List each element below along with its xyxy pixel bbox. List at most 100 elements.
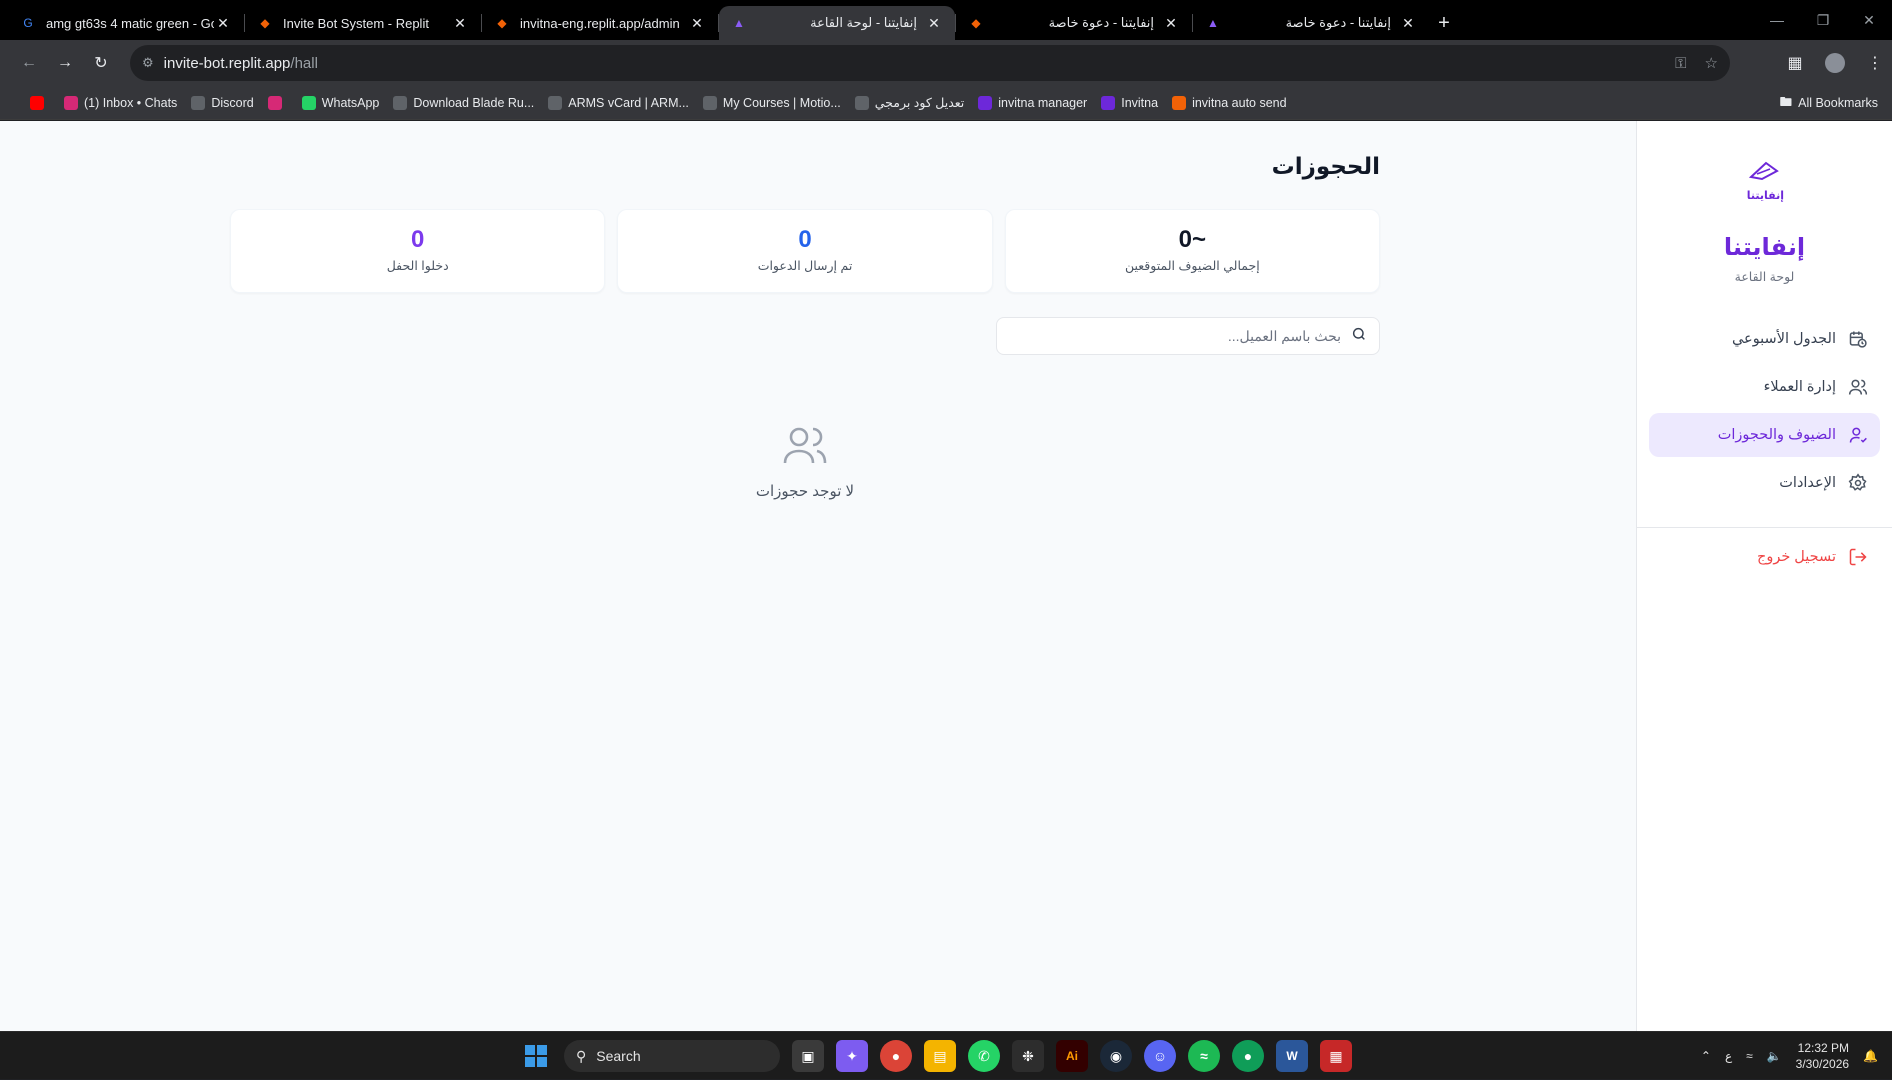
- invitna-icon: ▲: [1207, 16, 1219, 30]
- minimize-icon[interactable]: —: [1754, 0, 1800, 40]
- browser-tab[interactable]: ◆ إنفايتنا - دعوة خاصة ✕: [956, 6, 1192, 40]
- brand-name: إنفايتنا: [1723, 234, 1806, 261]
- copilot-icon[interactable]: ✦: [836, 1040, 868, 1072]
- bookmark-item[interactable]: (1) Inbox • Chats: [64, 95, 177, 110]
- file-explorer-icon[interactable]: ▤: [924, 1040, 956, 1072]
- bookmark-label: invitna manager: [998, 95, 1088, 110]
- bookmark-item[interactable]: [30, 95, 50, 110]
- input-language[interactable]: ع: [1725, 1049, 1732, 1063]
- sidebar-item-guests-bookings[interactable]: الضيوف والحجوزات: [1649, 413, 1880, 457]
- close-tab-icon[interactable]: ✕: [451, 15, 469, 32]
- menu-dots-icon[interactable]: ⋮: [1858, 46, 1892, 80]
- bookmark-label: ARMS vCard | ARM...: [568, 95, 689, 110]
- windows-start-icon[interactable]: [520, 1040, 552, 1072]
- invitna-icon: ▲: [733, 16, 745, 30]
- spotify-icon[interactable]: ≈: [1188, 1040, 1220, 1072]
- client-search-input[interactable]: [1009, 328, 1341, 344]
- bookmark-item[interactable]: ARMS vCard | ARM...: [548, 95, 689, 110]
- tab-title: إنفايتنا - دعوة خاصة: [1285, 15, 1391, 30]
- steam-icon[interactable]: ◉: [1100, 1040, 1132, 1072]
- brand-subtitle: لوحة القاعة: [1734, 270, 1795, 284]
- bookmark-item[interactable]: invitna manager: [978, 95, 1088, 110]
- forward-icon[interactable]: →: [48, 46, 82, 80]
- all-bookmarks[interactable]: 🖿 All Bookmarks: [1780, 86, 1878, 120]
- whatsapp-icon[interactable]: ✆: [968, 1040, 1000, 1072]
- logout-icon: [1848, 547, 1868, 567]
- word-icon[interactable]: W: [1276, 1040, 1308, 1072]
- invitna-icon: [978, 95, 993, 110]
- sidebar-item-settings[interactable]: الإعدادات: [1649, 461, 1880, 505]
- browser-tab[interactable]: ◆ Invite Bot System - Replit ✕: [245, 6, 481, 40]
- notification-bell-icon[interactable]: 🔔: [1863, 1049, 1878, 1063]
- os-taskbar: ⚲ Search ▣ ✦ ● ▤ ✆ ❉ Ai ◉ ☺ ≈ ● W ▦ ⌃ ع …: [0, 1031, 1892, 1079]
- invitna-icon: [1101, 95, 1116, 110]
- bookmark-item[interactable]: My Courses | Motio...: [702, 95, 841, 110]
- bookmark-item[interactable]: invitna auto send: [1172, 95, 1287, 110]
- profile-avatar[interactable]: [1818, 46, 1852, 80]
- extensions-icon[interactable]: ▦: [1778, 46, 1812, 80]
- browser-tab[interactable]: ▲ إنفايتنا - دعوة خاصة ✕: [1193, 6, 1429, 40]
- task-view-icon[interactable]: ▣: [792, 1040, 824, 1072]
- volume-icon[interactable]: 🔈: [1767, 1049, 1782, 1063]
- wifi-icon[interactable]: ≈: [1746, 1049, 1753, 1063]
- close-tab-icon[interactable]: ✕: [1162, 15, 1180, 32]
- tab-title: إنفايتنا - لوحة القاعة: [810, 15, 917, 30]
- discord-icon[interactable]: ☺: [1144, 1040, 1176, 1072]
- stat-value: 0: [411, 226, 425, 253]
- chrome-profile-icon[interactable]: ●: [1232, 1040, 1264, 1072]
- address-bar[interactable]: ⚙ invite-bot.replit.app/hall ⚿ ☆: [130, 45, 1730, 81]
- stat-card-expected-guests: ~0 إجمالي الضيوف المتوقعين: [1004, 209, 1380, 293]
- instagram-icon: [64, 95, 78, 110]
- new-tab-button[interactable]: +: [1429, 6, 1459, 40]
- chrome-icon[interactable]: ●: [880, 1040, 912, 1072]
- window-controls: — ❐ ✕: [1754, 0, 1892, 40]
- illustrator-icon[interactable]: Ai: [1056, 1040, 1088, 1072]
- browser-tab-strip: Gamg gt63s 4 matic green - Goo ✕ ◆ Invite B…: [0, 0, 1892, 40]
- stat-label: تم إرسال الدعوات: [757, 259, 853, 273]
- steelseries-icon[interactable]: ❉: [1012, 1040, 1044, 1072]
- bookmark-item[interactable]: WhatsApp: [301, 95, 379, 110]
- main-content: الحجوزات ~0 إجمالي الضيوف المتوقعين 0 تم…: [230, 121, 1380, 1031]
- search-box: [996, 317, 1380, 355]
- bookmark-item[interactable]: تعديل كود برمجي: [854, 95, 964, 110]
- browser-tab[interactable]: ◆ invitna-eng.replit.app/admin ✕: [482, 6, 718, 40]
- url-host: invite-bot.replit.app: [163, 54, 291, 72]
- browser-tab[interactable]: Gamg gt63s 4 matic green - Goo ✕: [8, 6, 244, 40]
- globe-icon: [548, 95, 563, 110]
- logout-button[interactable]: تسجيل خروج: [1757, 547, 1868, 567]
- sidebar-item-weekly-schedule[interactable]: الجدول الأسبوعي: [1649, 317, 1880, 361]
- stat-label: إجمالي الضيوف المتوقعين: [1124, 259, 1260, 273]
- close-tab-icon[interactable]: ✕: [925, 15, 943, 32]
- stat-label: دخلوا الحفل: [386, 259, 449, 273]
- stat-card-invites-sent: 0 تم إرسال الدعوات: [617, 209, 993, 293]
- bookmark-star-icon[interactable]: ☆: [1705, 54, 1718, 72]
- close-tab-icon[interactable]: ✕: [688, 15, 706, 32]
- user-check-icon: [1848, 425, 1868, 445]
- close-tab-icon[interactable]: ✕: [214, 15, 232, 32]
- logo-text: إنفايتنا: [1746, 190, 1784, 202]
- logo-icon: [1748, 159, 1780, 188]
- browser-toolbar: ← → ↻ ⌂ ⚙ invite-bot.replit.app/hall ⚿ ☆…: [0, 40, 1892, 86]
- app-icon[interactable]: ▦: [1320, 1040, 1352, 1072]
- taskbar-search[interactable]: ⚲ Search: [564, 1040, 780, 1072]
- tab-title: Invite Bot System - Replit: [283, 15, 429, 31]
- close-tab-icon[interactable]: ✕: [1399, 15, 1417, 32]
- clock[interactable]: 12:32 PM 3/30/2026: [1796, 1040, 1849, 1072]
- password-key-icon[interactable]: ⚿: [1675, 55, 1686, 72]
- chevron-up-icon[interactable]: ⌃: [1701, 1049, 1711, 1063]
- whatsapp-icon: [301, 95, 316, 110]
- site-info-icon[interactable]: ⚙: [142, 55, 154, 71]
- reload-icon[interactable]: ↻: [84, 46, 118, 80]
- sidebar-item-clients[interactable]: إدارة العملاء: [1649, 365, 1880, 409]
- bookmark-label: invitna auto send: [1192, 95, 1287, 110]
- back-icon[interactable]: ←: [12, 46, 46, 80]
- bookmark-item[interactable]: Discord: [191, 95, 254, 110]
- close-icon[interactable]: ✕: [1846, 0, 1892, 40]
- browser-tab[interactable]: ▲ إنفايتنا - لوحة القاعة ✕: [719, 6, 955, 40]
- bookmark-item[interactable]: Invitna: [1101, 95, 1158, 110]
- restore-icon[interactable]: ❐: [1800, 0, 1846, 40]
- bookmark-item[interactable]: Download Blade Ru...: [393, 95, 534, 110]
- bookmark-item[interactable]: [267, 95, 288, 110]
- folder-icon: 🖿: [1779, 94, 1793, 109]
- tab-title: amg gt63s 4 matic green - Goo: [46, 15, 214, 31]
